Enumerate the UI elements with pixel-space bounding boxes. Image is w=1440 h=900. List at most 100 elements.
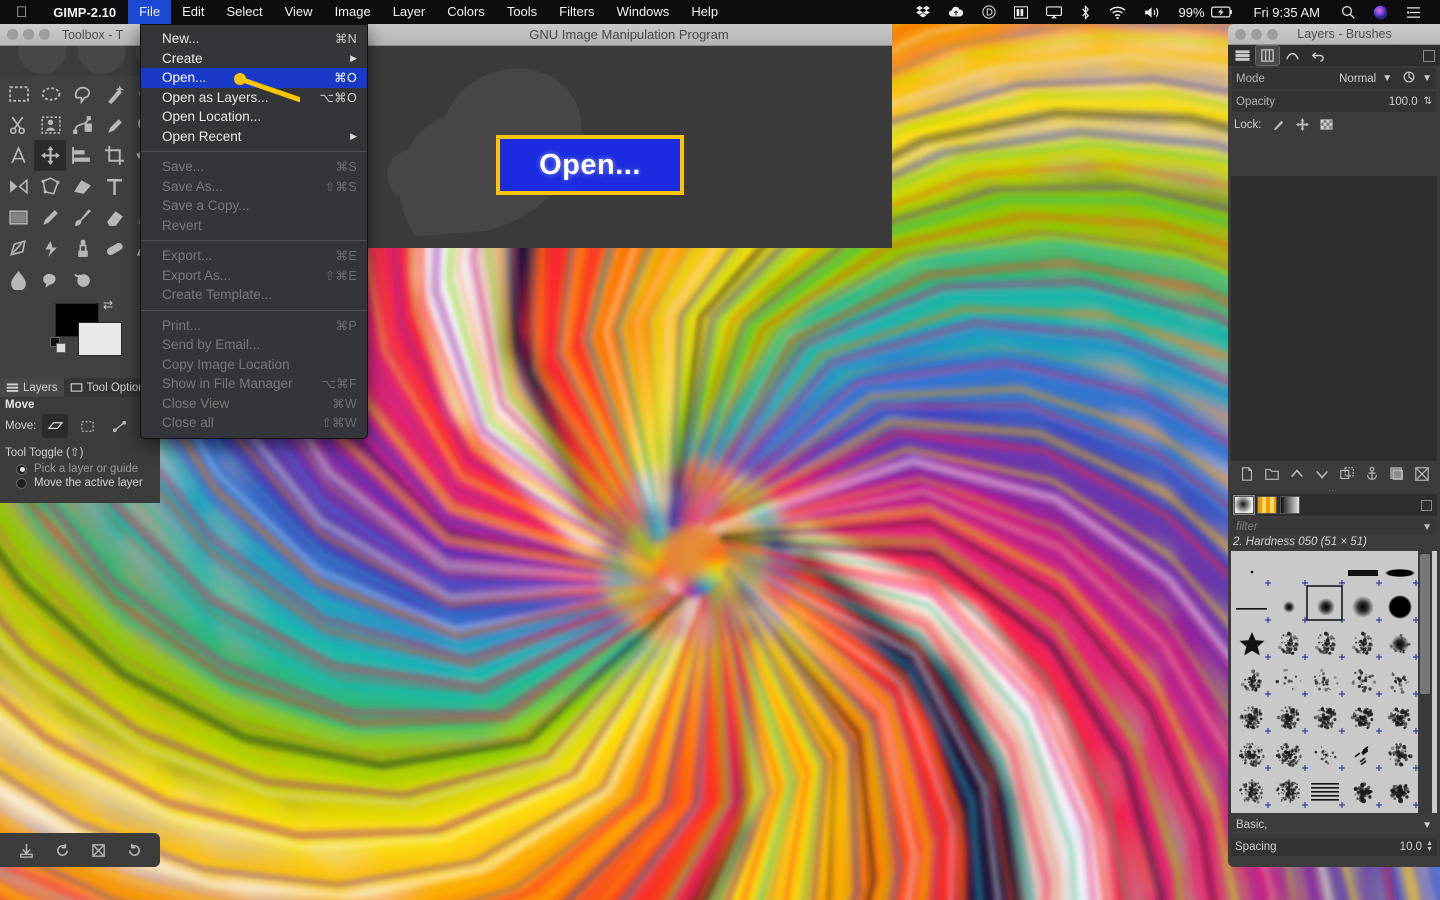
macos-menu-bar[interactable]:  GIMP-2.10 FileEditSelectViewImageLayer… [0,0,1440,24]
delete-brush-icon[interactable] [1365,866,1382,868]
radio-pick-layer[interactable]: Pick a layer or guide [0,461,160,475]
menu-item-create[interactable]: Create ▶ [141,49,367,69]
brush-cell[interactable] [1241,669,1271,698]
tool-warp-transform[interactable] [66,171,98,202]
tool-pencil[interactable] [34,202,66,233]
brush-cell[interactable] [1238,742,1271,771]
minimize-button[interactable] [23,29,34,40]
opacity-row[interactable]: Opacity 100.0 ⇅ [1232,91,1436,112]
menu-item-open-location[interactable]: Open Location... [141,107,367,127]
tab-layers[interactable] [1231,46,1254,65]
menu-item-windows[interactable]: Windows [606,0,681,24]
chevron-down-icon[interactable]: ▼ [1422,73,1432,84]
merge-layer-icon[interactable] [1389,466,1405,482]
brush-cell[interactable] [1236,608,1271,623]
layer-buttons-row[interactable] [1228,462,1440,486]
brush-cell[interactable] [1283,601,1308,623]
tool-options-dock[interactable]: Layers Tool Options Move Move: Tool Togg… [0,378,160,503]
siri-icon[interactable] [1364,0,1397,24]
brush-tab-menu-icon[interactable] [1421,499,1432,511]
brush-cell[interactable] [1350,707,1382,735]
dock-tab-strip[interactable]: Layers Tool Options [0,378,160,397]
lock-alpha-icon[interactable] [1319,117,1334,132]
tool-rectangle-select[interactable] [2,78,34,109]
new-layer-icon[interactable] [1239,466,1255,482]
move-layer-icon[interactable] [42,414,69,438]
brushes-tab-icon[interactable] [1233,495,1255,515]
dropbox-icon[interactable] [907,0,939,24]
brush-buttons-row[interactable] [1228,862,1440,867]
menu-item-file[interactable]: File [128,0,172,24]
menu-item-open[interactable]: Open... ⌘O [141,68,367,88]
minimize-button[interactable] [1251,28,1262,40]
restore-options-icon[interactable] [54,842,71,859]
tab-layers[interactable]: Layers [0,378,64,397]
blend-space-icon[interactable] [1402,70,1416,87]
move-mode-row[interactable]: Move: [0,412,160,438]
layer-tab-strip[interactable] [1228,45,1440,66]
tool-alignment[interactable] [66,140,98,171]
move-selection-icon[interactable] [74,414,100,438]
tool-smudge[interactable] [34,264,66,295]
tool-blur-sharpen[interactable] [2,264,34,295]
radio-move-active-layer[interactable]: Move the active layer [0,475,160,489]
reset-options-icon[interactable] [126,842,143,859]
tool-foreground-select[interactable] [34,109,66,140]
tool-ellipse-select[interactable] [34,78,66,109]
toolbox-window[interactable]: Toolbox - T ⇄ [0,24,160,401]
tab-channels[interactable] [1255,45,1280,66]
tool-options-buttons[interactable] [0,833,160,867]
brush-cell[interactable] [1388,595,1419,623]
app-name-label[interactable]: GIMP-2.10 [41,5,128,20]
brush-cell[interactable] [1390,672,1419,697]
tool-paths[interactable] [66,109,98,140]
menu-item-image[interactable]: Image [324,0,382,24]
battery-charging-icon[interactable] [1209,0,1242,24]
raise-layer-icon[interactable] [1289,466,1305,482]
volume-icon[interactable] [1135,0,1170,24]
airplay-icon[interactable] [1037,0,1071,24]
brush-cell[interactable] [1314,746,1345,771]
tool-text[interactable] [98,171,130,202]
toolbox-titlebar[interactable]: Toolbox - T [0,24,160,46]
brush-tab-strip[interactable] [1231,494,1437,516]
brush-cell[interactable] [1352,631,1382,660]
anchor-layer-icon[interactable] [1364,466,1380,482]
close-button[interactable] [1235,28,1246,40]
tool-clone[interactable] [66,233,98,264]
wifi-icon[interactable] [1100,0,1135,24]
new-layer-group-icon[interactable] [1264,466,1280,482]
tool-grid[interactable] [0,76,160,295]
brush-cell[interactable] [1388,742,1419,771]
brush-cell[interactable] [1275,668,1308,697]
new-brush-icon[interactable] [1286,866,1303,868]
tool-dodge-burn[interactable] [66,264,98,295]
brush-cell[interactable] [1351,669,1382,697]
chevron-down-icon[interactable]: ▼ [1422,522,1432,533]
menu-item-tools[interactable]: Tools [496,0,548,24]
scrollbar-thumb[interactable] [1420,554,1430,694]
tool-scissors-select[interactable] [2,109,34,140]
tool-ink[interactable] [2,233,34,264]
brush-grid[interactable] [1231,551,1437,813]
brush-tag-selector[interactable]: Basic, ▼ [1231,817,1437,833]
zoom-button[interactable] [1267,28,1278,40]
tool-gradient[interactable] [2,202,34,233]
brush-cell[interactable] [1311,783,1345,808]
menu-item-open-recent[interactable]: Open Recent ▶ [141,127,367,147]
reset-colors-icon[interactable] [50,337,67,354]
menu-item-edit[interactable]: Edit [171,0,215,24]
delete-options-icon[interactable] [90,842,107,859]
menubar-status-area[interactable]: 99% Fri 9:35 AM [907,0,1440,24]
menu-items[interactable]: File Edit Select View Image Layer Colors Tools F… [128,0,729,24]
tool-mypaint-brush[interactable] [34,233,66,264]
color-area[interactable]: ⇄ [0,295,160,356]
dock-resize-grip[interactable]: ⋯ [1228,485,1440,495]
move-path-icon[interactable] [106,414,132,438]
spacing-stepper[interactable]: ▲ ▼ [1426,840,1433,853]
menu-item-colors[interactable]: Colors [436,0,496,24]
lock-row[interactable]: Lock: [1228,114,1440,134]
tool-free-select[interactable] [66,78,98,109]
window-split-icon[interactable] [1005,0,1037,24]
save-options-icon[interactable] [18,842,35,859]
